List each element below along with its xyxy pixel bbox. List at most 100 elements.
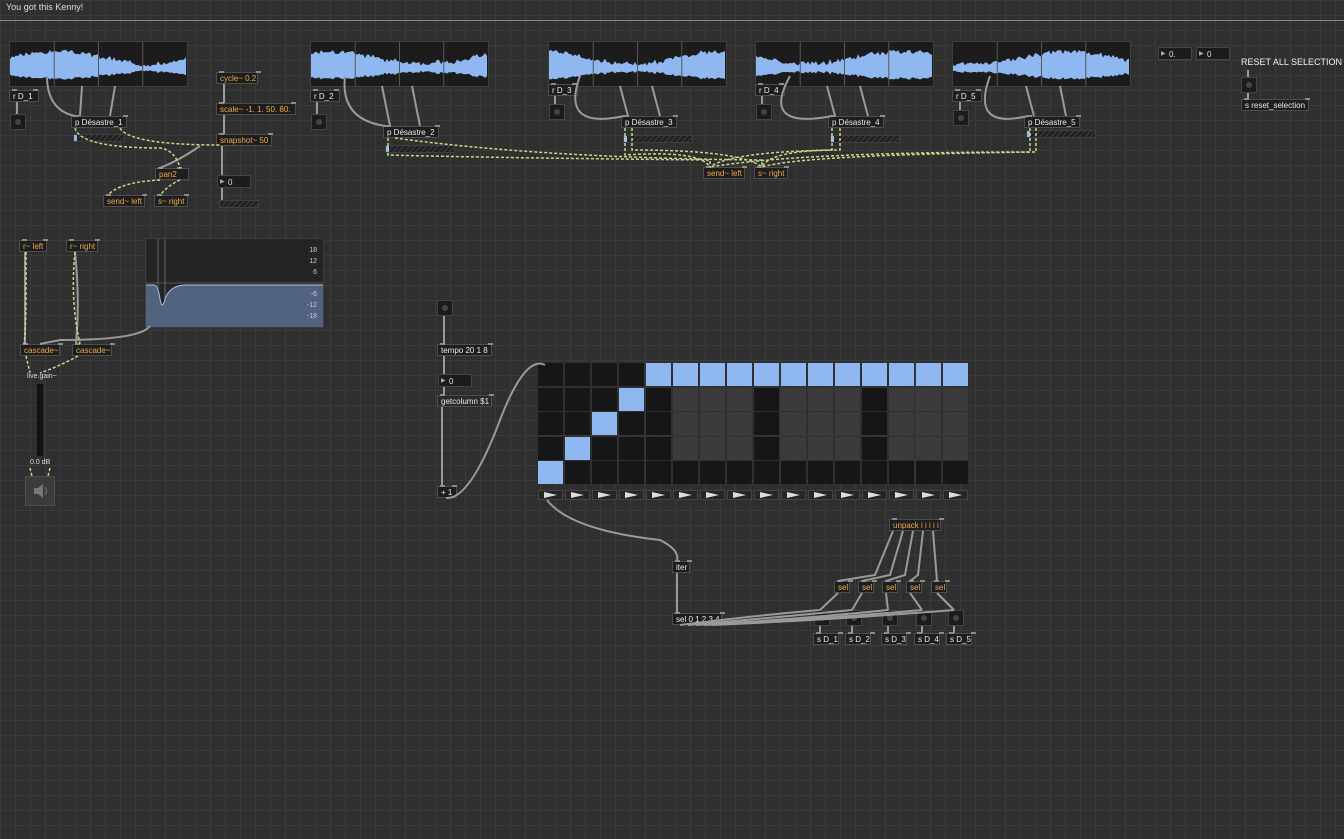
sequencer-cell[interactable] bbox=[646, 436, 671, 460]
sequencer-cell[interactable] bbox=[835, 412, 860, 435]
filtergraph-display[interactable]: 18 12 6 -6 -12 -18 bbox=[145, 238, 324, 328]
sequencer-cell[interactable] bbox=[943, 387, 968, 411]
sequencer-cell[interactable] bbox=[889, 363, 914, 386]
sequencer-step-button[interactable] bbox=[862, 490, 887, 500]
waveform-5[interactable] bbox=[952, 41, 1131, 87]
sequencer-cell[interactable] bbox=[916, 436, 941, 460]
sequencer-step-button[interactable] bbox=[943, 490, 968, 500]
sequencer-cell[interactable] bbox=[835, 436, 860, 460]
sequencer-cell[interactable] bbox=[754, 461, 779, 484]
sequencer-step-button[interactable] bbox=[592, 490, 617, 500]
sequencer-cell[interactable] bbox=[916, 387, 941, 411]
sequencer-step-button[interactable] bbox=[754, 490, 779, 500]
waveform-3[interactable] bbox=[548, 41, 727, 87]
getcolumn-message[interactable]: getcolumn $1 bbox=[437, 394, 495, 407]
sequencer-cell[interactable] bbox=[727, 412, 752, 435]
pan-slider[interactable] bbox=[219, 200, 259, 208]
toggle-d1[interactable] bbox=[10, 114, 26, 130]
sequencer-cell[interactable] bbox=[565, 363, 590, 386]
sequencer-cell[interactable] bbox=[673, 412, 698, 435]
sequencer-cell[interactable] bbox=[565, 436, 590, 460]
r-right[interactable]: r~ right bbox=[66, 239, 101, 252]
p-desastre-5[interactable]: p Désastre_5 bbox=[1024, 115, 1081, 128]
sequencer-cell[interactable] bbox=[781, 436, 806, 460]
s-d4[interactable]: s D_4 bbox=[914, 632, 944, 645]
sequencer-cell[interactable] bbox=[646, 412, 671, 435]
sequencer-cell[interactable] bbox=[781, 461, 806, 484]
sequencer-cell[interactable] bbox=[862, 387, 887, 411]
int-number-box[interactable]: 0 bbox=[1196, 47, 1230, 61]
sequencer-grid[interactable] bbox=[538, 363, 970, 500]
toggle-d3[interactable] bbox=[549, 104, 565, 120]
snapshot-number[interactable]: 0 bbox=[217, 175, 251, 189]
sequencer-cell[interactable] bbox=[943, 436, 968, 460]
sel-2[interactable]: sel bbox=[858, 580, 878, 593]
live-gain-slider[interactable] bbox=[37, 384, 43, 456]
sequencer-cell[interactable] bbox=[538, 412, 563, 435]
sequencer-cell[interactable] bbox=[538, 363, 563, 386]
sequencer-cell[interactable] bbox=[862, 412, 887, 435]
sequencer-cell[interactable] bbox=[889, 436, 914, 460]
sel-main[interactable]: sel 0 1 2 3 4 bbox=[672, 612, 725, 625]
sequencer-cell[interactable] bbox=[619, 412, 644, 435]
sequencer-cell[interactable] bbox=[673, 363, 698, 386]
bang-d2[interactable] bbox=[846, 610, 862, 626]
sequencer-cell[interactable] bbox=[592, 387, 617, 411]
cascade-right[interactable]: cascade~ bbox=[72, 343, 116, 356]
sequencer-cell[interactable] bbox=[754, 412, 779, 435]
bang-d5[interactable] bbox=[948, 610, 964, 626]
waveform-2[interactable] bbox=[310, 41, 489, 87]
sequencer-cell[interactable] bbox=[835, 363, 860, 386]
sequencer-cell[interactable] bbox=[619, 387, 644, 411]
sequencer-cell[interactable] bbox=[889, 461, 914, 484]
sequencer-step-button[interactable] bbox=[916, 490, 941, 500]
sequencer-cell[interactable] bbox=[727, 461, 752, 484]
sequencer-cell[interactable] bbox=[889, 387, 914, 411]
tempo-number[interactable]: 0 bbox=[438, 374, 472, 388]
sequencer-cell[interactable] bbox=[862, 461, 887, 484]
sequencer-cell[interactable] bbox=[565, 461, 590, 484]
snapshot-object[interactable]: snapshot~ 50 bbox=[216, 133, 274, 146]
sequencer-cell[interactable] bbox=[619, 461, 644, 484]
tempo-toggle[interactable] bbox=[437, 300, 453, 316]
sequencer-cell[interactable] bbox=[700, 436, 725, 460]
sequencer-cell[interactable] bbox=[808, 412, 833, 435]
sequencer-cell[interactable] bbox=[862, 436, 887, 460]
toggle-d2[interactable] bbox=[311, 114, 327, 130]
sequencer-cell[interactable] bbox=[673, 387, 698, 411]
sequencer-step-button[interactable] bbox=[565, 490, 590, 500]
sequencer-step-button[interactable] bbox=[700, 490, 725, 500]
sequencer-cell[interactable] bbox=[727, 363, 752, 386]
r-left[interactable]: r~ left bbox=[19, 239, 49, 252]
sequencer-cell[interactable] bbox=[700, 387, 725, 411]
r-d5[interactable]: r D_5 bbox=[952, 89, 982, 102]
plus-one-object[interactable]: + 1 bbox=[437, 485, 458, 498]
sequencer-cell[interactable] bbox=[754, 387, 779, 411]
sequencer-cell[interactable] bbox=[673, 461, 698, 484]
unpack-object[interactable]: unpack i i i i i bbox=[889, 518, 944, 531]
sequencer-cell[interactable] bbox=[619, 363, 644, 386]
sequencer-cell[interactable] bbox=[565, 412, 590, 435]
sequencer-cell[interactable] bbox=[808, 436, 833, 460]
s-d2[interactable]: s D_2 bbox=[845, 632, 875, 645]
sequencer-cell[interactable] bbox=[808, 387, 833, 411]
sequencer-step-button[interactable] bbox=[781, 490, 806, 500]
sequencer-cell[interactable] bbox=[565, 387, 590, 411]
sequencer-cell[interactable] bbox=[943, 461, 968, 484]
sequencer-cell[interactable] bbox=[943, 412, 968, 435]
sequencer-cell[interactable] bbox=[835, 387, 860, 411]
sequencer-cell[interactable] bbox=[673, 436, 698, 460]
sel-1[interactable]: sel bbox=[834, 580, 854, 593]
sequencer-cell[interactable] bbox=[619, 436, 644, 460]
sel-3[interactable]: sel bbox=[882, 580, 902, 593]
sequencer-step-button[interactable] bbox=[808, 490, 833, 500]
sequencer-cell[interactable] bbox=[754, 363, 779, 386]
sel-4[interactable]: sel bbox=[906, 580, 926, 593]
sequencer-cell[interactable] bbox=[862, 363, 887, 386]
cycle-object[interactable]: cycle~ 0.2 bbox=[216, 71, 262, 84]
cascade-left[interactable]: cascade~ bbox=[20, 343, 64, 356]
toggle-d5[interactable] bbox=[953, 110, 969, 126]
bang-d1[interactable] bbox=[814, 610, 830, 626]
r-d4[interactable]: r D_4 bbox=[755, 83, 785, 96]
scale-object[interactable]: scale~ -1. 1. 50. 80. bbox=[216, 102, 296, 115]
